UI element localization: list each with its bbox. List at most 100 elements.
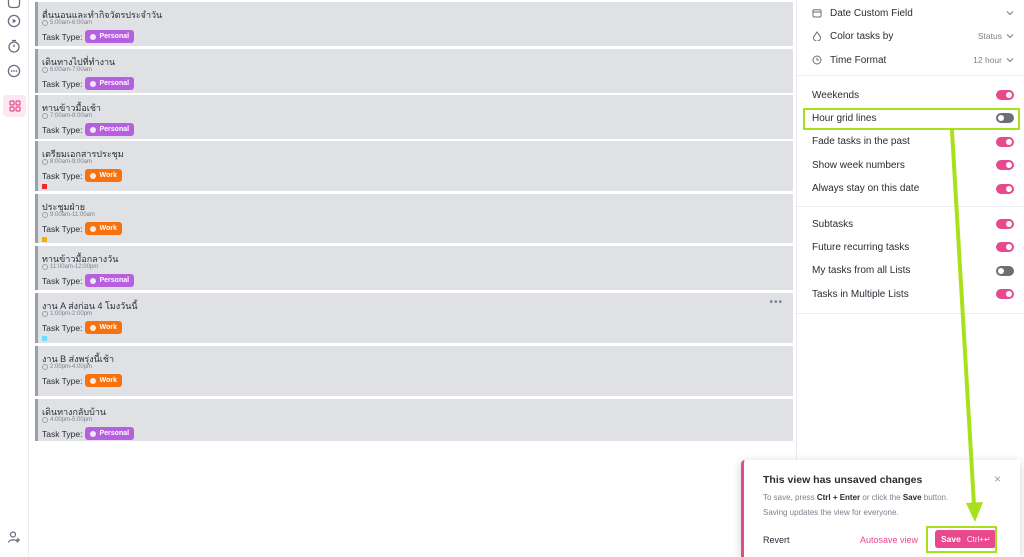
time-format-select[interactable]: 12 hour bbox=[973, 55, 1014, 65]
toggle-switch[interactable] bbox=[996, 242, 1014, 253]
toggle-row-always-stay-on-this-date[interactable]: Always stay on this date bbox=[812, 179, 1014, 199]
toggle-label: Future recurring tasks bbox=[812, 241, 910, 253]
task-card[interactable]: ประชุมฝ่าย 9:00am-11:00am Task Type: Work bbox=[35, 194, 793, 243]
toggle-row-show-week-numbers[interactable]: Show week numbers bbox=[812, 155, 1014, 175]
task-time-text: 6:00am-7:00am bbox=[50, 67, 93, 73]
toggle-switch[interactable] bbox=[996, 136, 1014, 147]
person-icon bbox=[90, 80, 97, 87]
toggle-label: Show week numbers bbox=[812, 159, 905, 171]
task-type-row: Task Type: Work bbox=[42, 321, 122, 334]
task-card[interactable]: ตื่นนอนและทำกิจวัตรประจำวัน 5:00am-6:00am… bbox=[35, 2, 793, 46]
save-button-highlight bbox=[926, 526, 997, 553]
task-type-badge[interactable]: Personal bbox=[85, 30, 135, 43]
time-format-row[interactable]: Time Format 12 hour bbox=[812, 50, 1014, 70]
task-time: 11:00am-12:00pm bbox=[42, 264, 98, 270]
toggle-row-subtasks[interactable]: Subtasks bbox=[812, 214, 1014, 234]
autosave-view-button[interactable]: Autosave view bbox=[860, 535, 918, 545]
task-type-badge[interactable]: Work bbox=[85, 321, 122, 334]
task-type-label: Task Type: bbox=[42, 275, 83, 286]
person-icon bbox=[90, 33, 97, 40]
timer-icon[interactable] bbox=[7, 39, 21, 53]
grid-icon[interactable] bbox=[3, 95, 26, 117]
task-time: 7:00am-8:00am bbox=[42, 113, 92, 119]
more-circle-icon[interactable] bbox=[7, 64, 21, 78]
task-type-label: Task Type: bbox=[42, 31, 83, 42]
toggle-row-my-tasks-from-all-lists[interactable]: My tasks from all Lists bbox=[812, 261, 1014, 281]
task-type-badge[interactable]: Personal bbox=[85, 274, 135, 287]
task-time-text: 1:00pm-2:00pm bbox=[50, 311, 93, 317]
toggle-switch[interactable] bbox=[996, 219, 1014, 229]
date-custom-field-row[interactable]: Date Custom Field bbox=[812, 3, 1014, 23]
clock-icon bbox=[812, 55, 822, 65]
task-time-text: 11:00am-12:00pm bbox=[50, 264, 99, 270]
toggle-row-future-recurring-tasks[interactable]: Future recurring tasks bbox=[812, 237, 1014, 257]
task-card[interactable]: งาน A ส่งก่อน 4 โมงวันนี้ 1:00pm-2:00pm Ta… bbox=[35, 293, 793, 343]
task-type-badge[interactable]: Work bbox=[85, 169, 122, 182]
time-format-label: Time Format bbox=[830, 54, 887, 66]
task-type-row: Task Type: Personal bbox=[42, 427, 135, 440]
toggle-switch[interactable] bbox=[996, 265, 1014, 276]
briefcase-icon bbox=[90, 324, 97, 331]
person-icon bbox=[90, 126, 97, 133]
task-type-badge[interactable]: Work bbox=[85, 222, 122, 235]
task-time: 4:00pm-5:00pm bbox=[42, 417, 92, 423]
toggle-switch[interactable] bbox=[996, 90, 1014, 100]
more-options-icon[interactable]: ••• bbox=[769, 297, 783, 308]
task-card[interactable]: เตรียมเอกสารประชุม 8:00am-9:00am Task Type… bbox=[35, 141, 793, 191]
play-circle-icon[interactable] bbox=[7, 14, 21, 28]
toggle-switch[interactable] bbox=[996, 183, 1014, 194]
task-type-label: Task Type: bbox=[42, 170, 83, 181]
task-type-badge[interactable]: Personal bbox=[85, 427, 135, 440]
task-type-label: Task Type: bbox=[42, 78, 83, 89]
priority-flag-icon bbox=[42, 184, 47, 189]
badge-label: Personal bbox=[99, 80, 130, 87]
toast-body: To save, press Ctrl + Enter or click the… bbox=[763, 490, 983, 520]
task-type-label: Task Type: bbox=[42, 124, 83, 135]
toggle-switch[interactable] bbox=[996, 160, 1014, 171]
clock-icon bbox=[42, 264, 48, 270]
task-card[interactable]: ทานข้าวมื้อเช้า 7:00am-8:00am Task Type: Pe… bbox=[35, 95, 793, 139]
task-card[interactable]: เดินทางไปที่ทำงาน 6:00am-7:00am Task Type:… bbox=[35, 49, 793, 93]
task-card[interactable]: เดินทางกลับบ้าน 4:00pm-5:00pm Task Type: Pe… bbox=[35, 399, 793, 441]
revert-button[interactable]: Revert bbox=[763, 535, 790, 545]
badge-label: Work bbox=[99, 324, 117, 331]
toggle-label: Always stay on this date bbox=[812, 183, 920, 195]
task-time-text: 9:00am-11:00am bbox=[50, 212, 95, 218]
hour-grid-lines-highlight bbox=[803, 108, 1020, 130]
clock-icon bbox=[42, 212, 48, 218]
toggle-row-fade-tasks-in-the-past[interactable]: Fade tasks in the past bbox=[812, 132, 1014, 152]
color-tasks-by-row[interactable]: Color tasks by Status bbox=[812, 26, 1014, 46]
inbox-icon[interactable] bbox=[7, 0, 21, 9]
task-card[interactable]: งาน B ส่งพรุ่งนี้เช้า 2:00pm-4:00pm Task T… bbox=[35, 346, 793, 396]
task-time: 5:00am-6:00am bbox=[42, 20, 92, 26]
task-type-badge[interactable]: Work bbox=[85, 374, 122, 387]
task-type-badge[interactable]: Personal bbox=[85, 77, 135, 90]
task-time: 6:00am-7:00am bbox=[42, 67, 92, 73]
toggle-row-weekends[interactable]: Weekends bbox=[812, 85, 1014, 105]
task-card[interactable]: ทานข้าวมื้อกลางวัน 11:00am-12:00pm Task Ty… bbox=[35, 246, 793, 290]
briefcase-icon bbox=[90, 225, 97, 232]
toggle-switch[interactable] bbox=[996, 289, 1014, 300]
badge-label: Personal bbox=[99, 277, 130, 284]
close-icon[interactable]: × bbox=[994, 472, 1001, 486]
task-time: 1:00pm-2:00pm bbox=[42, 311, 92, 317]
add-user-icon[interactable] bbox=[7, 530, 21, 544]
task-time-text: 2:00pm-4:00pm bbox=[50, 364, 93, 370]
toggle-row-tasks-in-multiple-lists[interactable]: Tasks in Multiple Lists bbox=[812, 284, 1014, 304]
briefcase-icon bbox=[90, 172, 97, 179]
droplet-icon bbox=[812, 31, 822, 41]
person-icon bbox=[90, 430, 97, 437]
badge-label: Work bbox=[99, 225, 117, 232]
task-type-label: Task Type: bbox=[42, 428, 83, 439]
toggle-label: Fade tasks in the past bbox=[812, 136, 910, 148]
clock-icon bbox=[42, 113, 48, 119]
toast-title: This view has unsaved changes bbox=[763, 474, 923, 486]
toggle-label: Tasks in Multiple Lists bbox=[812, 288, 909, 300]
task-type-label: Task Type: bbox=[42, 223, 83, 234]
task-type-badge[interactable]: Personal bbox=[85, 123, 135, 136]
task-type-row: Task Type: Personal bbox=[42, 30, 135, 43]
priority-flag-icon bbox=[42, 336, 47, 341]
priority-flag-icon bbox=[42, 237, 47, 242]
time-format-value: 12 hour bbox=[973, 55, 1002, 65]
color-tasks-by-select[interactable]: Status bbox=[978, 31, 1014, 41]
